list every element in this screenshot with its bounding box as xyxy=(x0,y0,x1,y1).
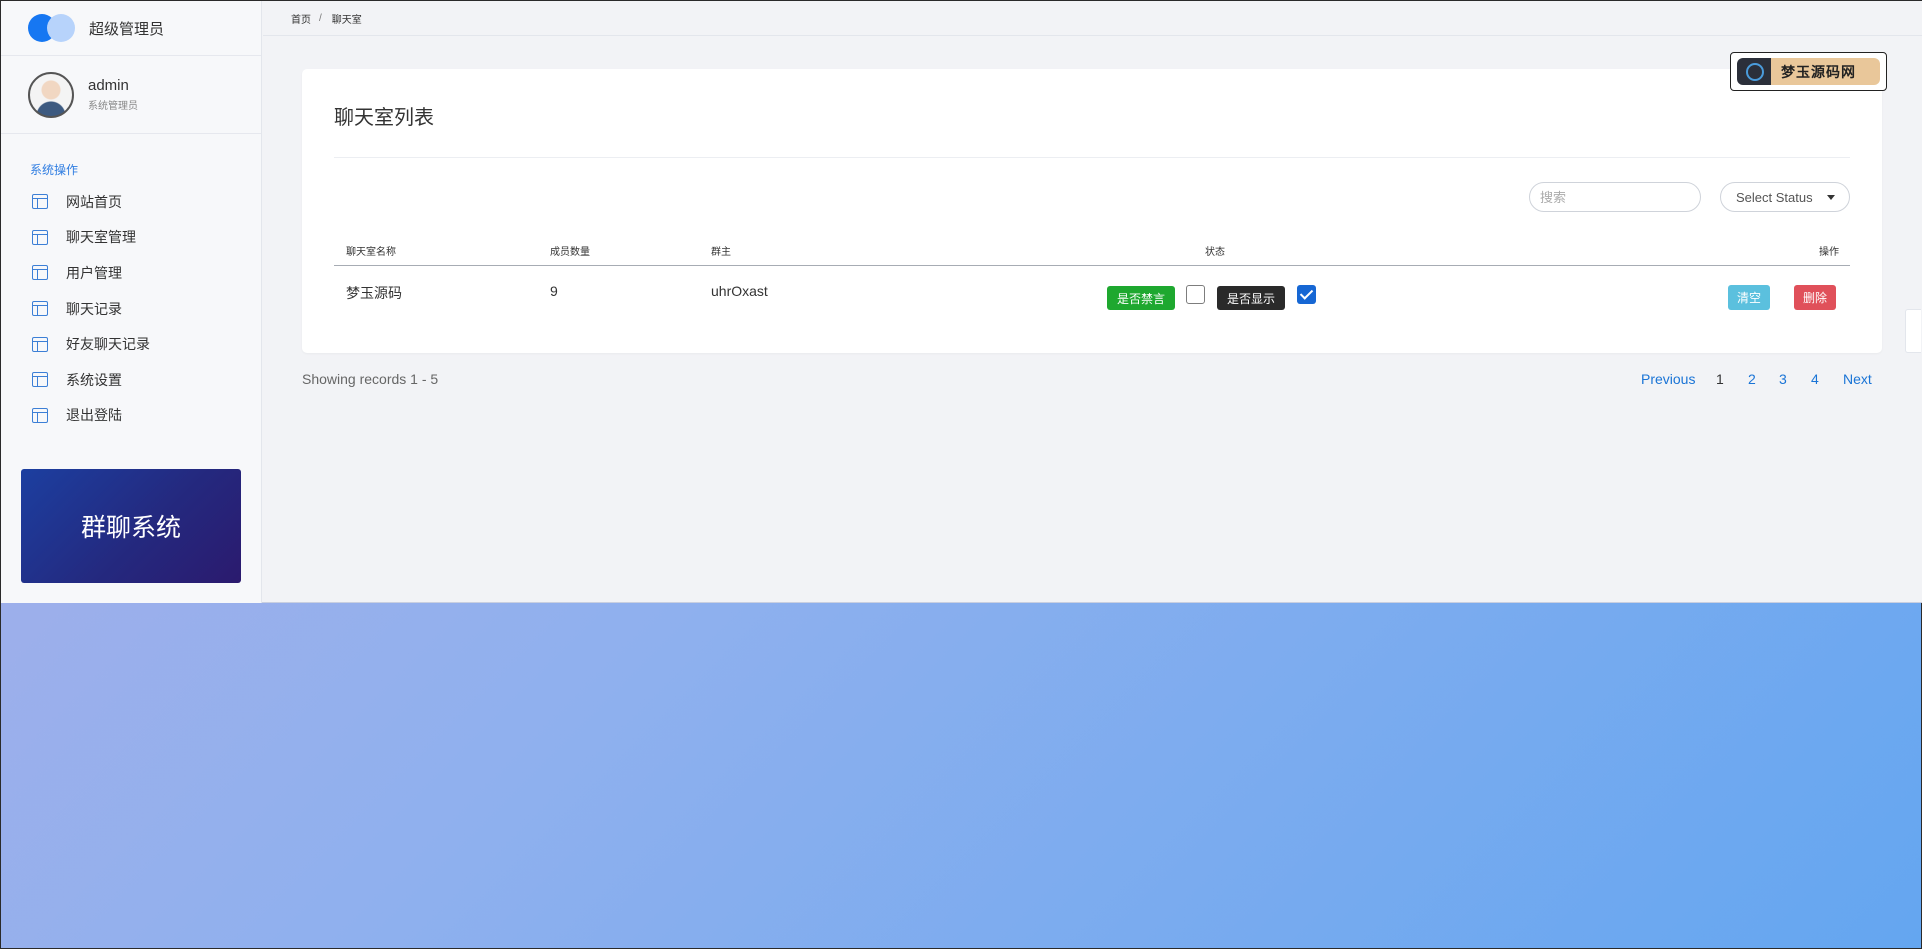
nav-section-label: 系统操作 xyxy=(30,163,79,177)
page-link-3[interactable]: 3 xyxy=(1779,371,1787,387)
column-header-name: 聊天室名称 xyxy=(346,247,396,258)
sidebar-item-label: 好友聊天记录 xyxy=(66,336,150,353)
side-panel-handle[interactable] xyxy=(1905,309,1921,353)
mute-checkbox[interactable] xyxy=(1186,285,1205,304)
visibility-badge: 是否显示 xyxy=(1217,286,1286,310)
sidebar-item-label: 系统设置 xyxy=(66,371,122,388)
previous-page-link[interactable]: Previous xyxy=(1641,371,1695,387)
next-page-link[interactable]: Next xyxy=(1843,371,1872,387)
column-header-owner: 群主 xyxy=(711,247,731,258)
sidebar-item-settings[interactable]: 系统设置 xyxy=(1,362,261,398)
user-profile: admin 系统管理员 xyxy=(1,56,261,134)
status-select[interactable]: Select Status xyxy=(1720,182,1850,212)
page-link-4[interactable]: 4 xyxy=(1811,371,1819,387)
table-header: 聊天室名称 成员数量 群主 状态 操作 xyxy=(334,239,1850,266)
layout-icon xyxy=(32,194,48,210)
sidebar-item-label: 用户管理 xyxy=(66,264,122,281)
chatroom-list-card: 聊天室列表 Select Status 聊天室名称 成员数量 群主 状态 操作 … xyxy=(302,69,1882,353)
breadcrumb-separator: / xyxy=(319,12,322,24)
app-window: 超级管理员 admin 系统管理员 系统操作 网站首页 聊天室管理 用户管理 聊… xyxy=(1,1,1922,603)
watermark-logo: 梦玉源码网 xyxy=(1730,52,1887,91)
layout-icon xyxy=(32,301,48,317)
layout-icon xyxy=(32,265,48,281)
sidebar-item-friend-chat-records[interactable]: 好友聊天记录 xyxy=(1,326,261,362)
caret-down-icon xyxy=(1827,195,1835,200)
records-summary: Showing records 1 - 5 xyxy=(302,371,439,387)
status-select-value: Select Status xyxy=(1736,189,1813,205)
member-count: 9 xyxy=(550,283,558,299)
delete-button[interactable]: 删除 xyxy=(1794,285,1837,310)
watermark-text: 梦玉源码网 xyxy=(1781,64,1856,80)
page-title: 聊天室列表 xyxy=(334,107,434,129)
visibility-checkbox[interactable] xyxy=(1297,285,1316,304)
sidebar-item-label: 网站首页 xyxy=(66,193,122,210)
sidebar-item-chat-records[interactable]: 聊天记录 xyxy=(1,291,261,327)
sidebar-nav: 网站首页 聊天室管理 用户管理 聊天记录 好友聊天记录 系统设置 退出登陆 xyxy=(1,184,261,433)
profile-name: admin xyxy=(88,77,129,94)
breadcrumb-home[interactable]: 首页 xyxy=(291,11,311,26)
sidebar-item-logout[interactable]: 退出登陆 xyxy=(1,398,261,434)
site-logo-icon xyxy=(1746,63,1764,81)
avatar xyxy=(28,71,74,118)
brand: 超级管理员 xyxy=(1,1,261,56)
sidebar-item-users[interactable]: 用户管理 xyxy=(1,255,261,291)
owner-name: uhrOxast xyxy=(711,283,768,299)
sidebar: 超级管理员 admin 系统管理员 系统操作 网站首页 聊天室管理 用户管理 聊… xyxy=(1,1,262,603)
page-link-2[interactable]: 2 xyxy=(1748,371,1756,387)
column-header-members: 成员数量 xyxy=(550,247,590,258)
clear-button[interactable]: 清空 xyxy=(1728,285,1771,310)
divider xyxy=(334,157,1850,158)
brand-title: 超级管理员 xyxy=(89,20,165,38)
sidebar-item-label: 聊天室管理 xyxy=(66,229,136,246)
sidebar-item-label: 聊天记录 xyxy=(66,300,122,317)
breadcrumb: 首页 / 聊天室 xyxy=(263,1,1922,36)
column-header-actions: 操作 xyxy=(1819,247,1839,258)
search-input[interactable] xyxy=(1529,182,1701,212)
layout-icon xyxy=(32,407,48,423)
sidebar-item-label: 退出登陆 xyxy=(66,407,122,424)
layout-icon xyxy=(32,229,48,245)
table-row: 梦玉源码 9 uhrOxast 是否禁言 是否显示 清空 删除 xyxy=(334,269,1850,317)
mute-badge: 是否禁言 xyxy=(1107,286,1176,310)
profile-role: 系统管理员 xyxy=(88,101,138,112)
sidebar-item-home[interactable]: 网站首页 xyxy=(1,184,261,220)
chatroom-name: 梦玉源码 xyxy=(346,285,402,301)
promo-banner: 群聊系统 xyxy=(21,469,241,583)
sidebar-item-chatrooms[interactable]: 聊天室管理 xyxy=(1,220,261,256)
column-header-status: 状态 xyxy=(1205,247,1225,258)
layout-icon xyxy=(32,336,48,352)
page-link-1[interactable]: 1 xyxy=(1716,371,1724,387)
layout-icon xyxy=(32,372,48,388)
app-logo-icon xyxy=(28,14,75,42)
breadcrumb-current: 聊天室 xyxy=(331,14,362,26)
